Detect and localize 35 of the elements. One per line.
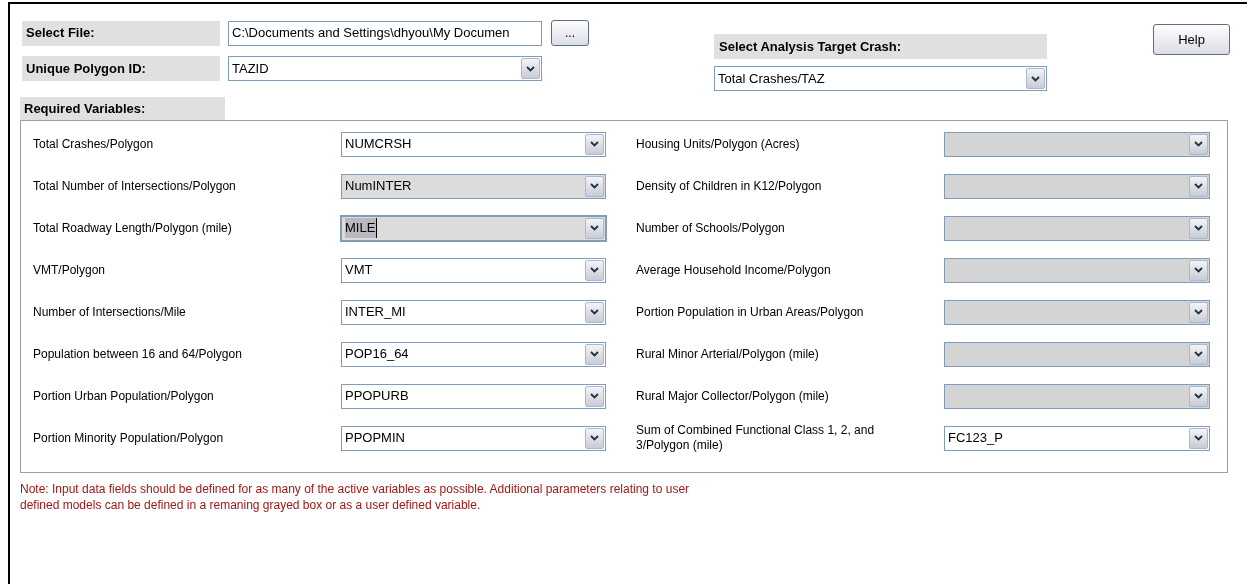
variable-label: Total Crashes/Polygon [32, 136, 155, 152]
note-text: Note: Input data fields should be defined for as many of the active variables as possible. Additional parameters relating to user defined models can be defined in a remaning grayed box or as a user defined variable. [20, 481, 691, 513]
variable-label: Average Household Income/Polygon [635, 262, 832, 278]
variable-label: Rural Minor Arterial/Polygon (mile) [635, 346, 820, 362]
dropdown[interactable]: NumINTER [341, 173, 606, 199]
variable-label: Portion Urban Population/Polygon [32, 388, 215, 404]
field-label: Unique Polygon ID: [22, 56, 220, 81]
dropdown[interactable]: NUMCRSH [341, 131, 606, 157]
section-label: Required Variables: [20, 97, 225, 120]
dropdown[interactable]: INTER_MI [341, 299, 606, 325]
variable-label: Portion Minority Population/Polygon [32, 430, 225, 446]
dropdown[interactable]: TAZID [228, 56, 542, 81]
browse-button[interactable]: ... [551, 20, 589, 46]
variable-label: Sum of Combined Functional Class 1, 2, and 3/Polygon (mile) [635, 423, 876, 453]
field-label: Select Analysis Target Crash: [714, 34, 1047, 59]
variable-label: Rural Major Collector/Polygon (mile) [635, 388, 830, 404]
variable-label: Housing Units/Polygon (Acres) [635, 136, 801, 152]
variable-label: VMT/Polygon [32, 262, 107, 278]
file-path-field[interactable]: C:\Documents and Settings\dhyou\My Documen [228, 20, 542, 46]
variable-label: Number of Intersections/Mile [32, 304, 187, 320]
dropdown[interactable]: PPOPMIN [341, 425, 606, 451]
variable-label: Total Number of Intersections/Polygon [32, 178, 237, 194]
variable-label: Density of Children in K12/Polygon [635, 178, 823, 194]
variable-label: Total Roadway Length/Polygon (mile) [32, 220, 233, 236]
dropdown[interactable]: POP16_64 [341, 341, 606, 367]
dropdown[interactable]: PPOPURB [341, 383, 606, 409]
field-label: Select File: [22, 20, 220, 46]
dropdown[interactable]: MILE [341, 215, 606, 241]
dropdown[interactable]: Total Crashes/TAZ [714, 66, 1047, 91]
help-button[interactable]: Help [1153, 24, 1230, 55]
variable-label: Number of Schools/Polygon [635, 220, 786, 236]
variable-label: Population between 16 and 64/Polygon [32, 346, 243, 362]
variable-label: Portion Population in Urban Areas/Polygon [635, 304, 865, 320]
dropdown[interactable]: VMT [341, 257, 606, 283]
dropdown[interactable]: FC123_P [944, 425, 1210, 451]
